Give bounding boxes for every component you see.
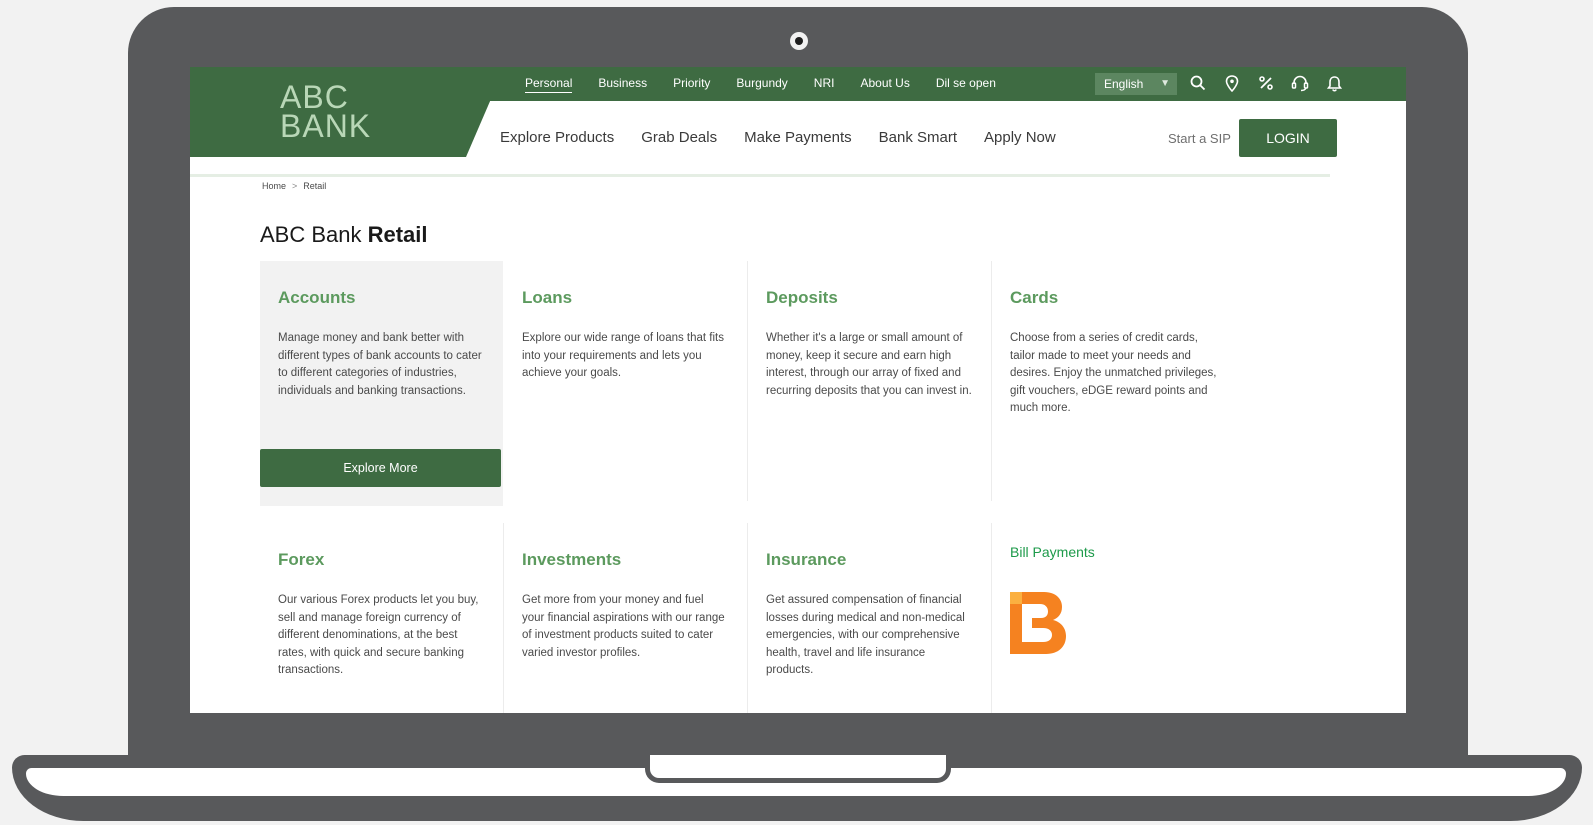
header-divider bbox=[190, 174, 1330, 177]
breadcrumb-current: Retail bbox=[303, 181, 327, 191]
logo-line-2: BANK bbox=[280, 108, 372, 144]
bell-icon[interactable] bbox=[1324, 73, 1344, 93]
browser-screen: ABC BANK Personal Business Priority Burg… bbox=[190, 67, 1406, 713]
support-icon[interactable] bbox=[1290, 73, 1310, 93]
column-divider bbox=[503, 523, 504, 713]
column-divider bbox=[747, 261, 748, 501]
card-title: Accounts bbox=[278, 288, 356, 307]
top-nav-nri[interactable]: NRI bbox=[814, 76, 835, 93]
card-forex[interactable]: Forex Our various Forex products let you… bbox=[260, 523, 503, 680]
card-title: Investments bbox=[522, 550, 622, 569]
column-divider bbox=[747, 523, 748, 713]
card-title: Insurance bbox=[766, 550, 847, 569]
card-description: Explore our wide range of loans that fit… bbox=[522, 332, 725, 379]
top-nav-about-us[interactable]: About Us bbox=[860, 76, 909, 93]
top-nav-business[interactable]: Business bbox=[598, 76, 647, 93]
language-selected: English bbox=[1104, 77, 1144, 91]
card-title: Forex bbox=[278, 550, 325, 569]
webcam-icon bbox=[790, 32, 808, 50]
page-title-prefix: ABC Bank bbox=[260, 222, 368, 247]
chevron-down-icon: ▼ bbox=[1160, 78, 1170, 89]
offers-icon[interactable] bbox=[1256, 73, 1276, 93]
laptop-trackpad-notch bbox=[645, 755, 951, 783]
nav-apply-now[interactable]: Apply Now bbox=[984, 129, 1056, 146]
breadcrumb-separator: > bbox=[292, 181, 298, 191]
nav-grab-deals[interactable]: Grab Deals bbox=[641, 129, 717, 146]
nav-bank-smart[interactable]: Bank Smart bbox=[879, 129, 957, 146]
card-cards[interactable]: Cards Choose from a series of credit car… bbox=[992, 261, 1235, 418]
column-divider bbox=[991, 261, 992, 501]
nav-explore-products[interactable]: Explore Products bbox=[500, 129, 614, 146]
explore-more-button[interactable]: Explore More bbox=[260, 449, 501, 487]
login-button[interactable]: LOGIN bbox=[1239, 119, 1337, 157]
card-insurance[interactable]: Insurance Get assured compensation of fi… bbox=[748, 523, 991, 680]
location-icon[interactable] bbox=[1222, 73, 1242, 93]
card-description: Choose from a series of credit cards, ta… bbox=[1010, 332, 1217, 414]
card-description: Get assured compensation of financial lo… bbox=[766, 594, 965, 676]
breadcrumb-home[interactable]: Home bbox=[262, 181, 286, 191]
nav-make-payments[interactable]: Make Payments bbox=[744, 129, 852, 146]
card-description: Get more from your money and fuel your f… bbox=[522, 594, 725, 659]
card-investments[interactable]: Investments Get more from your money and… bbox=[504, 523, 747, 662]
top-nav-dil-se-open[interactable]: Dil se open bbox=[936, 76, 996, 93]
bill-payments-link[interactable]: Bill Payments bbox=[1010, 544, 1095, 560]
page-title: ABC Bank Retail bbox=[260, 222, 428, 248]
top-nav-personal[interactable]: Personal bbox=[525, 76, 573, 93]
card-deposits[interactable]: Deposits Whether it's a large or small a… bbox=[748, 261, 991, 400]
top-nav: Personal Business Priority Burgundy NRI … bbox=[525, 76, 1022, 93]
bank-logo[interactable]: ABC BANK bbox=[280, 81, 372, 144]
card-title: Deposits bbox=[766, 288, 838, 307]
start-sip-link[interactable]: Start a SIP bbox=[1168, 131, 1231, 146]
card-description: Whether it's a large or small amount of … bbox=[766, 332, 972, 397]
card-loans[interactable]: Loans Explore our wide range of loans th… bbox=[504, 261, 747, 383]
secondary-nav: Explore Products Grab Deals Make Payment… bbox=[500, 129, 1083, 146]
card-description: Our various Forex products let you buy, … bbox=[278, 594, 479, 676]
top-nav-burgundy[interactable]: Burgundy bbox=[736, 76, 787, 93]
card-title: Cards bbox=[1010, 288, 1059, 307]
language-select[interactable]: English ▼ bbox=[1095, 73, 1177, 95]
page-title-bold: Retail bbox=[367, 222, 428, 247]
search-icon[interactable] bbox=[1188, 73, 1208, 93]
card-title: Loans bbox=[522, 288, 573, 307]
top-nav-priority[interactable]: Priority bbox=[673, 76, 710, 93]
top-icons bbox=[1188, 73, 1344, 93]
breadcrumb: Home > Retail bbox=[262, 181, 326, 191]
card-description: Manage money and bank better with differ… bbox=[278, 332, 482, 397]
bbps-logo-icon[interactable] bbox=[1010, 592, 1066, 654]
column-divider bbox=[991, 523, 992, 713]
